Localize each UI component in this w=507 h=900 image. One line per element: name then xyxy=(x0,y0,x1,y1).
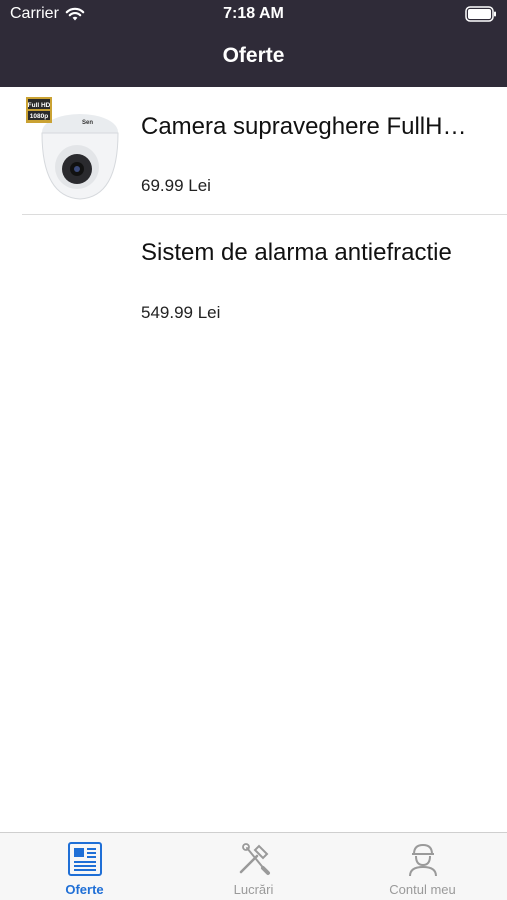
top-bar: Carrier 7:18 AM Oferte xyxy=(0,0,507,87)
tools-icon xyxy=(239,843,270,875)
status-bar: Carrier 7:18 AM xyxy=(0,0,507,30)
tab-label: Contul meu xyxy=(389,882,456,897)
battery-icon xyxy=(465,6,496,22)
tab-lucrari[interactable]: Lucrări xyxy=(169,833,338,900)
offer-title: Sistem de alarma antiefractie xyxy=(141,239,452,266)
status-time: 7:18 AM xyxy=(223,5,284,22)
worker-icon xyxy=(408,843,437,877)
badge-fullhd-label: Full HD xyxy=(28,102,51,109)
list-item[interactable]: Sistem de alarma antiefractie 549.99 Lei xyxy=(0,215,507,345)
offer-price: 69.99 Lei xyxy=(141,176,211,195)
newspaper-icon xyxy=(67,842,102,876)
dome-camera-image: Sen Full HD 1080p xyxy=(26,97,119,200)
tab-oferte[interactable]: Oferte xyxy=(0,833,169,900)
badge-resolution-label: 1080p xyxy=(30,113,48,120)
page-title: Oferte xyxy=(222,44,285,67)
offer-price: 549.99 Lei xyxy=(141,303,221,322)
offers-list: Sen Full HD 1080p Camera supraveghere Fu… xyxy=(0,87,507,345)
tab-label: Lucrări xyxy=(233,882,274,897)
tab-bar: Oferte Lucrări Contul meu xyxy=(0,832,507,900)
svg-text:Sen: Sen xyxy=(82,120,93,126)
list-item[interactable]: Sen Full HD 1080p Camera supraveghere Fu… xyxy=(0,87,507,215)
offer-title: Camera supraveghere FullH… xyxy=(141,113,467,140)
app-screen: Carrier 7:18 AM Oferte Sen Full HD 1080p… xyxy=(0,0,507,900)
tab-contul-meu[interactable]: Contul meu xyxy=(338,833,507,900)
tab-label: Oferte xyxy=(65,882,104,897)
